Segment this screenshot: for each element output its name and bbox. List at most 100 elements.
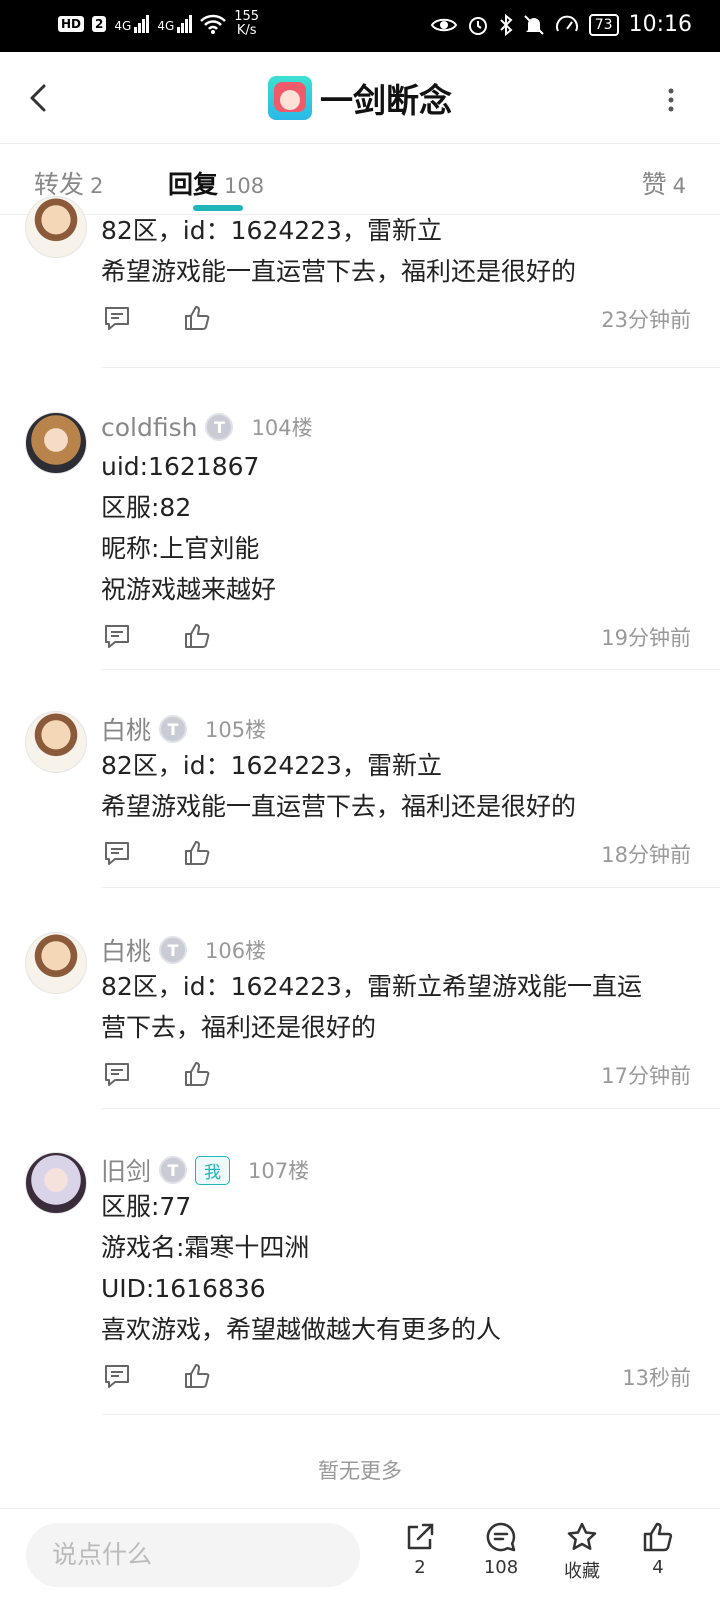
reply-time: 19分钟前	[601, 626, 691, 650]
comment-icon[interactable]	[103, 304, 131, 332]
username[interactable]: 白桃	[101, 711, 151, 747]
me-badge: 我	[195, 1155, 231, 1185]
tab-label: 回复	[168, 170, 219, 199]
reply-input[interactable]: 说点什么	[26, 1523, 360, 1587]
signal-icon-2: 4G	[157, 15, 193, 33]
comment-icon[interactable]	[103, 622, 131, 650]
reply-meta: 白桃 T 106楼	[101, 932, 266, 968]
reply-item: coldfish T 104楼 uid:1621867 区服:82 昵称:上官刘…	[0, 412, 720, 670]
floor-number: 107楼	[248, 1159, 310, 1183]
star-icon	[567, 1522, 597, 1550]
thumbs-up-icon[interactable]	[183, 1362, 211, 1390]
reply-line: uid:1621867	[101, 452, 260, 481]
reply-content: 82区，id：1624223，雷新立希望游戏能一直运 营下去，福利还是很好的	[101, 966, 691, 1048]
tab-count: 108	[224, 174, 265, 198]
eye-icon	[430, 18, 457, 31]
thumbs-up-icon[interactable]	[183, 839, 211, 867]
tab-count: 4	[672, 174, 686, 198]
share-button[interactable]: 2	[390, 1521, 450, 1578]
level-badge-icon: T	[159, 936, 188, 964]
more-vertical-icon[interactable]	[666, 88, 676, 112]
floor-number: 105楼	[205, 718, 267, 742]
reply-item: 旧剑 T 我 107楼 区服:77 游戏名:霜寒十四洲 UID:1616836 …	[0, 1152, 720, 1415]
favorite-button[interactable]: 收藏	[552, 1521, 612, 1583]
wifi-icon	[200, 14, 227, 34]
divider	[101, 669, 720, 670]
share-icon	[407, 1523, 434, 1550]
level-badge-icon: T	[159, 1156, 188, 1184]
avatar[interactable]	[25, 711, 87, 773]
alarm-icon	[468, 16, 487, 35]
reply-actions: 13秒前	[101, 1360, 691, 1396]
divider	[101, 1414, 720, 1415]
reply-actions: 23分钟前	[101, 302, 691, 338]
reply-meta: coldfish T 104楼	[101, 412, 313, 442]
status-bar: HD 2 4G 4G 155 K/s 73 10:16	[0, 0, 720, 52]
reply-line: UID:1616836	[101, 1274, 266, 1303]
comment-bubble-icon	[486, 1522, 516, 1552]
game-logo-icon	[268, 76, 312, 120]
reply-item: 白桃 T 105楼 82区，id：1624223，雷新立 希望游戏能一直运营下去…	[0, 711, 720, 888]
page-title: 一剑断念	[320, 81, 452, 120]
sim-indicator: 2	[92, 16, 107, 32]
avatar[interactable]	[25, 196, 87, 258]
top-nav-bar: 一剑断念	[0, 52, 720, 144]
comment-button[interactable]: 108	[471, 1521, 531, 1578]
reply-line: 希望游戏能一直运营下去，福利还是很好的	[101, 792, 577, 821]
reply-time: 17分钟前	[601, 1064, 691, 1088]
thumbs-up-icon	[643, 1522, 673, 1552]
reply-content: 区服:77 游戏名:霜寒十四洲 UID:1616836 喜欢游戏，希望越做越大有…	[101, 1186, 691, 1350]
level-badge-icon: T	[159, 715, 188, 743]
avatar[interactable]	[25, 412, 87, 474]
reply-actions: 18分钟前	[101, 837, 691, 873]
tab-count: 2	[90, 174, 104, 198]
reply-line: 82区，id：1624223，雷新立	[101, 216, 442, 245]
divider	[101, 1108, 720, 1109]
reply-line: 祝游戏越来越好	[101, 575, 277, 604]
comment-icon[interactable]	[103, 1060, 131, 1088]
reply-time: 18分钟前	[601, 843, 691, 867]
reply-meta: 白桃 T 105楼	[101, 711, 266, 747]
network-speed: 155 K/s	[234, 9, 260, 38]
clock: 10:16	[628, 12, 692, 37]
comment-icon[interactable]	[103, 1362, 131, 1390]
reply-line: 区服:77	[101, 1192, 192, 1221]
thumbs-up-icon[interactable]	[183, 304, 211, 332]
reply-meta: 旧剑 T 我 107楼	[101, 1152, 309, 1188]
divider	[101, 367, 720, 368]
favorite-label: 收藏	[564, 1561, 600, 1582]
reply-line: 82区，id：1624223，雷新立	[101, 751, 442, 780]
reply-item: 白桃 T 106楼 82区，id：1624223，雷新立希望游戏能一直运 营下去…	[0, 932, 720, 1109]
reply-content: 82区，id：1624223，雷新立 希望游戏能一直运营下去，福利还是很好的	[101, 745, 691, 827]
reply-time: 13秒前	[622, 1366, 691, 1390]
reply-line: 游戏名:霜寒十四洲	[101, 1233, 310, 1262]
avatar[interactable]	[25, 932, 87, 994]
no-more-text: 暂无更多	[318, 1459, 402, 1483]
reply-actions: 17分钟前	[101, 1058, 691, 1094]
mute-icon	[524, 14, 544, 35]
bluetooth-icon	[500, 13, 513, 36]
reply-line: 营下去，福利还是很好的	[101, 1013, 377, 1042]
divider	[101, 887, 720, 888]
comment-icon[interactable]	[103, 839, 131, 867]
username[interactable]: 旧剑	[101, 1152, 151, 1188]
hd-indicator: HD	[58, 16, 85, 32]
thumbs-up-icon[interactable]	[183, 1060, 211, 1088]
reply-line: 希望游戏能一直运营下去，福利还是很好的	[101, 257, 577, 286]
like-button[interactable]: 4	[628, 1521, 688, 1578]
level-badge-icon: T	[205, 413, 234, 441]
like-count: 4	[652, 1557, 664, 1578]
thumbs-up-icon[interactable]	[183, 622, 211, 650]
page-title-group: 一剑断念	[0, 74, 720, 122]
comment-count: 108	[483, 1557, 519, 1578]
username[interactable]: coldfish	[101, 413, 197, 442]
reply-time: 23分钟前	[601, 308, 691, 332]
username[interactable]: 白桃	[101, 932, 151, 968]
floor-number: 106楼	[205, 939, 267, 963]
reply-content: uid:1621867 区服:82 昵称:上官刘能 祝游戏越来越好	[101, 446, 691, 610]
reply-line: 82区，id：1624223，雷新立希望游戏能一直运	[101, 972, 642, 1001]
tab-label: 赞	[641, 170, 667, 199]
reply-line: 喜欢游戏，希望越做越大有更多的人	[101, 1315, 502, 1344]
avatar[interactable]	[25, 1152, 87, 1214]
reply-line: 区服:82	[101, 493, 192, 522]
